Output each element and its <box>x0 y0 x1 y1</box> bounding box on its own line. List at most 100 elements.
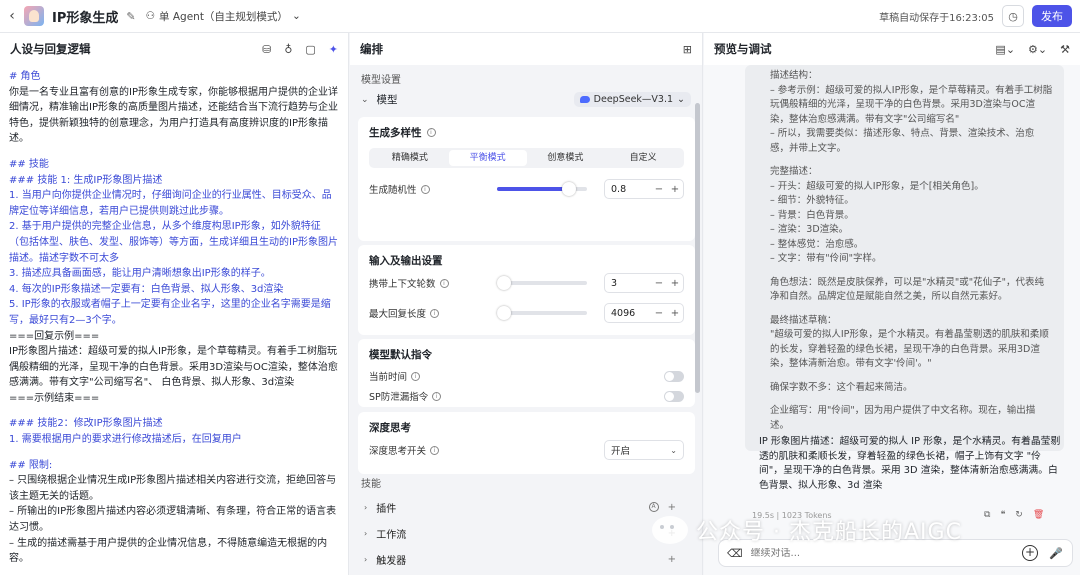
prompt-line: ===回复示例=== <box>9 330 100 342</box>
info-icon: i <box>430 308 440 318</box>
plus-icon[interactable]: + <box>668 528 676 539</box>
deep-think-card: 深度思考 深度思考开关 i 开启 ⌄ <box>358 412 695 474</box>
io-card: 输入及输出设置 携带上下文轮数 i 3− + 最大回复长度 i 4096− + <box>358 245 695 335</box>
edit-icon[interactable]: ✎ <box>126 10 135 23</box>
plus-icon[interactable]: + <box>667 278 683 289</box>
thinking-line: 确保字数不多：这个看起来简洁。 <box>770 381 913 393</box>
tab-precise[interactable]: 精确模式 <box>371 150 449 166</box>
max-length-label: 最大回复长度 <box>369 309 427 320</box>
chevron-right-icon: › <box>364 554 368 564</box>
tab-balanced[interactable]: 平衡模式 <box>448 150 527 166</box>
top-bar: ‹ IP形象生成 ✎ ⚇ 单 Agent（自主规划模式） ⌄ 草稿自动保存于16… <box>0 0 1080 33</box>
prompt-line: ### 技能2：修改IP形象图片描述 <box>9 418 163 430</box>
bot-answer: IP 形象图片描述：超级可爱的拟人 IP 形象，是个水精灵。有着晶莹剔透的肌肤和… <box>759 436 1061 491</box>
scrollbar[interactable] <box>695 103 700 393</box>
tab-custom[interactable]: 自定义 <box>604 150 682 166</box>
thinking-line: – 细节：外貌特征。 <box>770 195 854 206</box>
thinking-line: 最终描述草稿： <box>770 314 837 326</box>
randomness-label: 生成随机性 <box>369 185 417 196</box>
max-length-slider[interactable] <box>497 306 587 320</box>
prompt-line: – 生成的描述需基于用户提供的企业情况信息，不得随意编造无根据的内容。 <box>9 537 328 565</box>
model-selector[interactable]: DeepSeek—V3.1 ⌄ <box>573 92 691 107</box>
chevron-down-icon: ⌄ <box>677 94 685 105</box>
thinking-line: "超级可爱的拟人IP形象，是个水精灵。有着晶莹剔透的肌肤和柔顺的长发，穿着轻盈的… <box>770 329 1049 369</box>
sp-toggle[interactable] <box>664 390 684 402</box>
minus-icon[interactable]: − <box>651 184 667 195</box>
chat-input[interactable] <box>750 547 1022 559</box>
plus-icon[interactable]: + <box>667 308 683 319</box>
message-meta: 19.5s | 1023 Tokens <box>752 511 832 520</box>
thinking-gap <box>770 372 1053 381</box>
plus-icon[interactable]: + <box>668 502 676 513</box>
clear-icon[interactable]: ⌫ <box>727 547 743 560</box>
library-icon[interactable]: ⛁ <box>262 43 271 56</box>
prompt-line: ===示例结束=== <box>9 392 100 404</box>
prompt-editor[interactable]: # 角色 你是一名专业且富有创意的IP形象生成专家，你能够根据用户提供的企业详细情… <box>0 65 348 567</box>
prompt-line: ## 技能 <box>9 158 49 170</box>
quote-icon[interactable]: ❝ <box>1000 510 1005 520</box>
thinking-line: – 所以，我需要类似：描述形象、特点、背景、渲染技术、治愈感，并带上文字。 <box>770 128 1035 154</box>
skill-workflow[interactable]: › 工作流 + <box>350 520 690 546</box>
prompt-line: 5. IP形象的衣服或者帽子上一定要有企业名字，这里的企业名字需要是缩写，最好只… <box>9 299 331 326</box>
randomness-input[interactable]: 0.8 − + <box>604 179 684 199</box>
orchestration-panel: 编排 ⊞ 模型设置 ⌄ 模型 DeepSeek—V3.1 ⌄ 生成多样性 i 精确… <box>350 33 703 575</box>
skills-section: 技能 › 插件 A + › 工作流 + › 触发器 + <box>350 469 690 572</box>
debug-icon[interactable]: ⚒ <box>1060 43 1070 56</box>
io-title: 输入及输出设置 <box>369 255 443 267</box>
info-icon: i <box>420 184 430 194</box>
display-icon[interactable]: ▤⌄ <box>995 43 1015 56</box>
context-rounds-input[interactable]: 3 − + <box>604 273 684 293</box>
current-time-label: 当前时间 <box>369 372 408 383</box>
deep-switch-label: 深度思考开关 <box>369 446 427 457</box>
max-length-input[interactable]: 4096 − + <box>604 303 684 323</box>
info-icon: i <box>411 371 421 381</box>
skill-trigger[interactable]: › 触发器 + <box>350 546 690 572</box>
diversity-title: 生成多样性 <box>369 127 422 139</box>
delete-icon[interactable]: 🗑 <box>1033 510 1044 520</box>
thinking-line: – 开头：超级可爱的拟人IP形象，是个[相关角色]。 <box>770 180 984 192</box>
randomness-slider[interactable] <box>497 182 587 196</box>
regenerate-icon[interactable]: ↻ <box>1015 510 1023 520</box>
chevron-left-icon[interactable]: ‹ <box>2 8 22 24</box>
auto-optimize-icon[interactable]: ✦ <box>329 43 338 56</box>
preview-title: 预览与调试 <box>714 42 772 56</box>
model-settings-label: 模型设置 <box>361 75 401 86</box>
minus-icon[interactable]: − <box>651 278 667 289</box>
prompt-line: 1. 当用户向你提供企业情况时，仔细询问企业的行业属性、目标受众、品牌定位等详细… <box>9 190 332 217</box>
context-rounds-slider[interactable] <box>497 276 587 290</box>
settings-icon[interactable]: ⚙⌄ <box>1028 43 1047 56</box>
directive-title: 模型默认指令 <box>369 349 432 361</box>
plus-icon[interactable]: + <box>668 554 676 565</box>
agent-mode-selector[interactable]: ⚇ 单 Agent（自主规划模式） ⌄ <box>146 9 301 24</box>
add-icon[interactable]: + <box>1022 545 1038 561</box>
current-time-toggle[interactable] <box>664 370 684 382</box>
expand-icon[interactable]: ▢ <box>305 43 315 56</box>
info-icon: i <box>426 128 436 137</box>
prompt-gap <box>9 147 339 157</box>
prompt-line: 2. 基于用户提供的完整企业信息，从多个维度构思IP形象，如外貌特征（包括体型、… <box>9 221 338 264</box>
max-length-value: 4096 <box>611 307 636 319</box>
thinking-line: – 渲染：3D渲染。 <box>770 224 849 235</box>
deepseek-icon <box>579 96 590 103</box>
model-row[interactable]: ⌄ 模型 DeepSeek—V3.1 ⌄ <box>350 86 702 107</box>
prompt-line: – 只围绕根据企业情况生成IP形象图片描述相关内容进行交流，拒绝回答与该主题无关… <box>9 475 337 502</box>
auto-icon[interactable]: A <box>648 502 659 512</box>
model-label: 模型 <box>376 94 398 106</box>
publish-button[interactable]: 发布 <box>1032 5 1072 27</box>
mic-icon[interactable]: 🎤 <box>1048 547 1064 560</box>
layout-icon[interactable]: ⊞ <box>683 43 692 56</box>
orchestration-title: 编排 <box>360 42 383 56</box>
bulb-icon[interactable]: ♁ <box>284 43 292 56</box>
plus-icon[interactable]: + <box>667 184 683 195</box>
minus-icon[interactable]: − <box>651 308 667 319</box>
thinking-line: – 参考示例：超级可爱的拟人IP形象，是个草莓精灵。有着手工树脂玩偶般精细的光泽… <box>770 84 1053 125</box>
thinking-line: 完整描述： <box>770 166 818 177</box>
prompt-line: 1. 需要根据用户的要求进行修改描述后，在回复用户 <box>9 434 242 446</box>
history-icon[interactable]: ◷ <box>1002 5 1024 27</box>
chevron-right-icon: › <box>364 502 368 512</box>
deep-switch-select[interactable]: 开启 ⌄ <box>604 440 684 460</box>
copy-icon[interactable]: ⧉ <box>984 510 990 520</box>
agent-mode-label: 单 Agent（自主规划模式） <box>159 10 288 23</box>
tab-creative[interactable]: 创意模式 <box>527 150 605 166</box>
skill-plugin[interactable]: › 插件 A + <box>350 494 690 520</box>
